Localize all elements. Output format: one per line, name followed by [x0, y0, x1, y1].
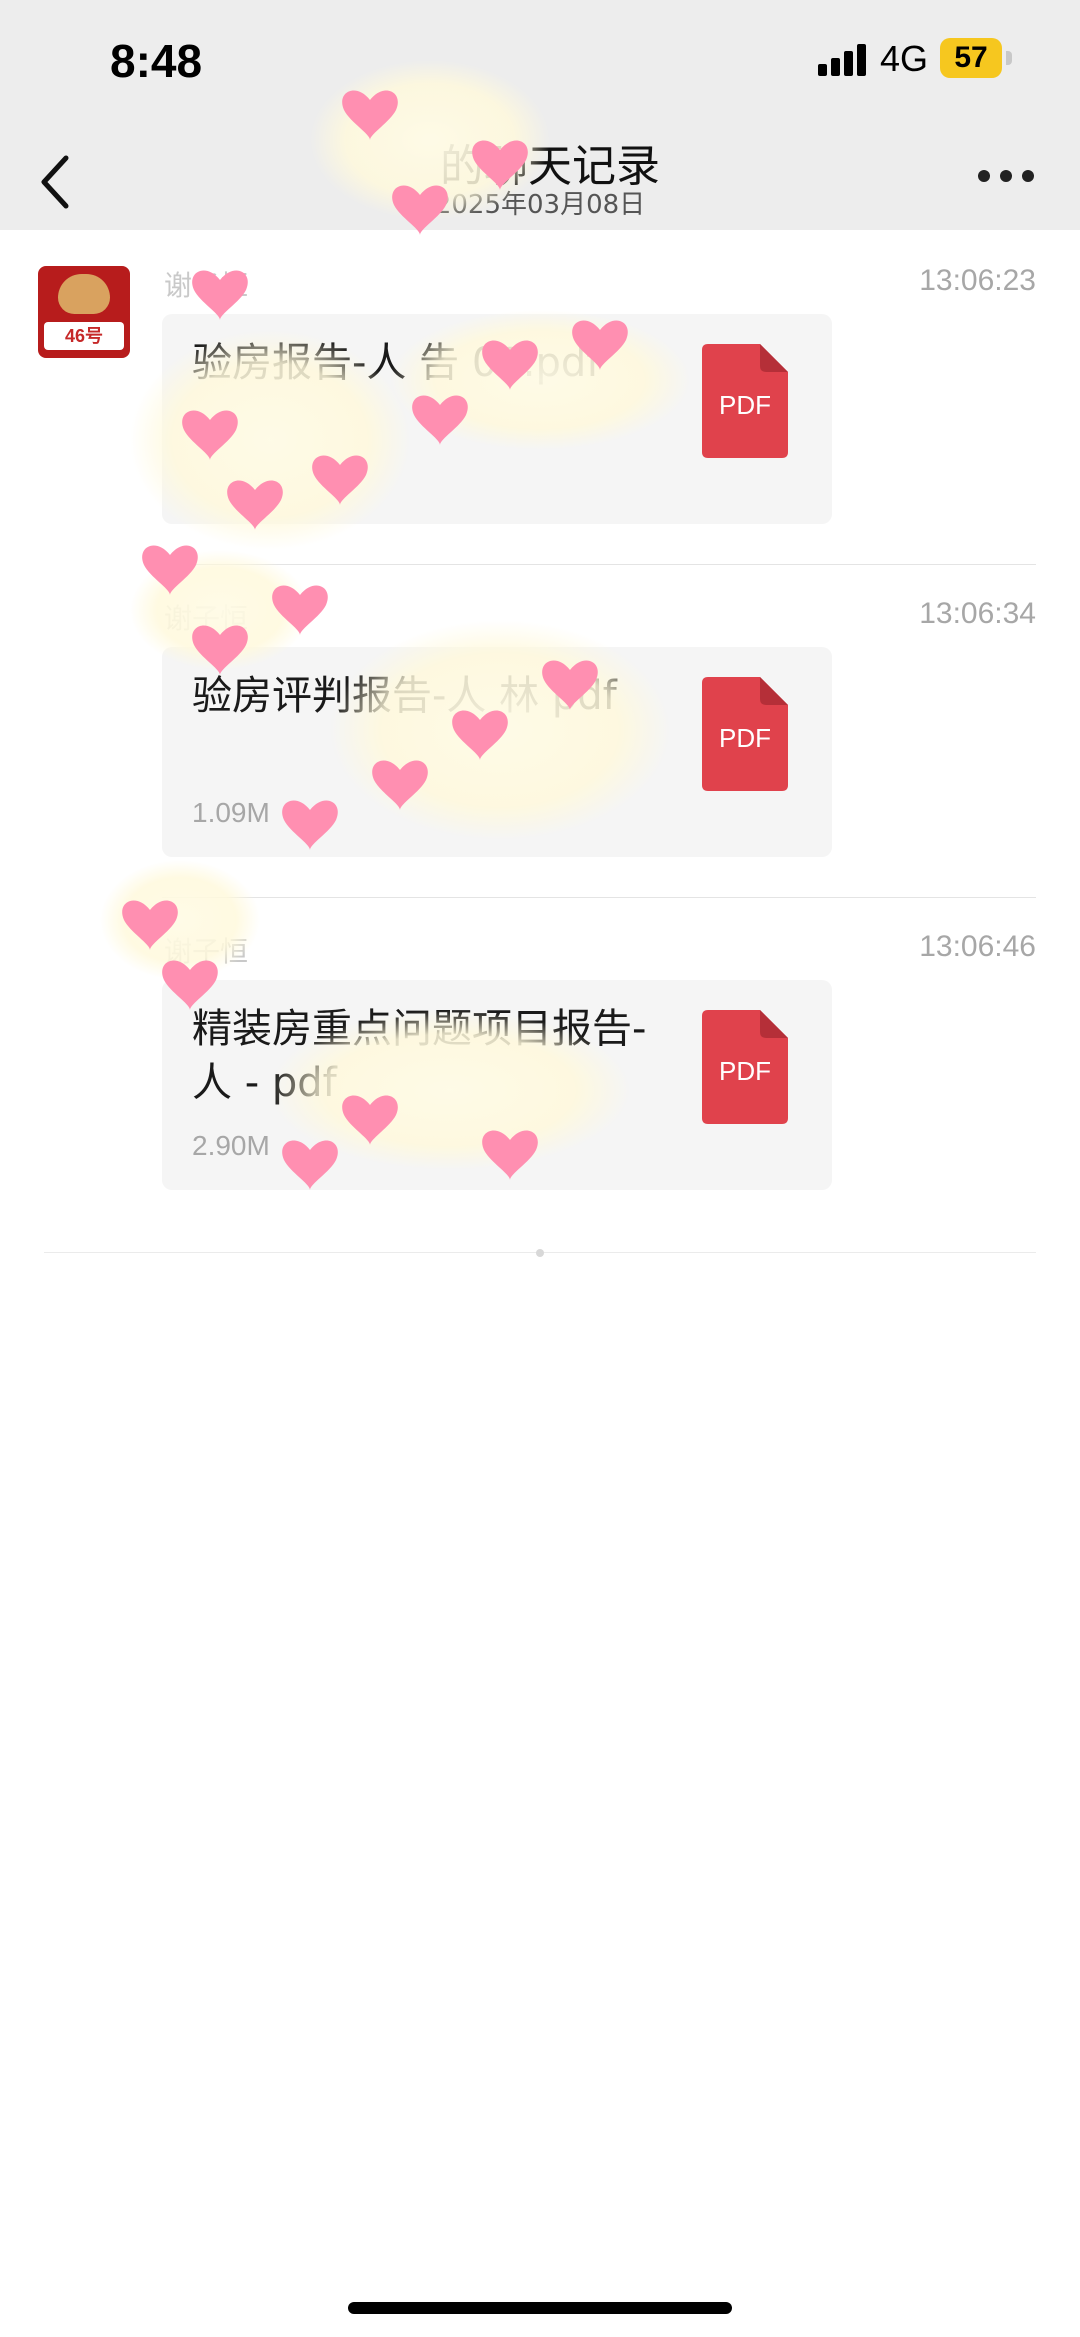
divider	[162, 897, 1036, 898]
page-date: 2025年03月08日	[434, 190, 646, 220]
file-card[interactable]: 精装房重点问题项目报告-人 - pdf 2.90M PDF	[162, 980, 832, 1190]
sender-name: 谢子恒	[164, 935, 249, 968]
more-dot-icon	[1022, 170, 1034, 182]
pdf-file-icon: PDF	[702, 344, 788, 458]
message-item: 谢子恒 13:06:23 验房报告-人 告 01.pdf PDF	[0, 264, 1080, 596]
message-item: 谢子恒 13:06:46 精装房重点问题项目报告-人 - pdf 2.90M P…	[0, 930, 1080, 1262]
pdf-file-icon: PDF	[702, 677, 788, 791]
signal-icon	[818, 44, 868, 76]
file-name: 验房报告-人 告 01.pdf	[192, 340, 601, 386]
pdf-icon-label: PDF	[719, 390, 771, 420]
message-time: 13:06:23	[919, 264, 1036, 297]
file-size: 1.09M	[192, 797, 270, 828]
message-time: 13:06:34	[919, 597, 1036, 630]
message-item: 谢子恒 13:06:34 验房评判报告-人 林 pdf 1.09M PDF	[0, 597, 1080, 929]
nav-bar: 的聊天记录 2025年03月08日	[0, 130, 1080, 230]
status-bar: 8:48 4G 57	[0, 0, 1080, 130]
file-card[interactable]: 验房评判报告-人 林 pdf 1.09M PDF	[162, 647, 832, 857]
network-type: 4G	[880, 38, 929, 79]
pdf-icon-label: PDF	[719, 1056, 771, 1086]
status-time: 8:48	[110, 35, 203, 87]
more-dot-icon	[1000, 170, 1012, 182]
more-button[interactable]	[978, 170, 1034, 186]
pdf-icon-label: PDF	[719, 723, 771, 753]
battery-tip	[1006, 51, 1012, 65]
end-dot	[536, 1249, 544, 1257]
file-name: 验房评判报告-人 林 pdf	[192, 673, 617, 719]
battery-icon: 57	[940, 38, 1002, 78]
message-time: 13:06:46	[919, 930, 1036, 963]
file-card[interactable]: 验房报告-人 告 01.pdf PDF	[162, 314, 832, 524]
sender-name: 谢子恒	[164, 602, 249, 635]
file-size: 2.90M	[192, 1130, 270, 1161]
more-dot-icon	[978, 170, 990, 182]
divider	[162, 564, 1036, 565]
sender-name: 谢子恒	[164, 269, 249, 302]
pdf-file-icon: PDF	[702, 1010, 788, 1124]
file-name: 精装房重点问题项目报告-人 - pdf	[192, 1006, 647, 1106]
home-indicator[interactable]	[348, 2302, 732, 2314]
